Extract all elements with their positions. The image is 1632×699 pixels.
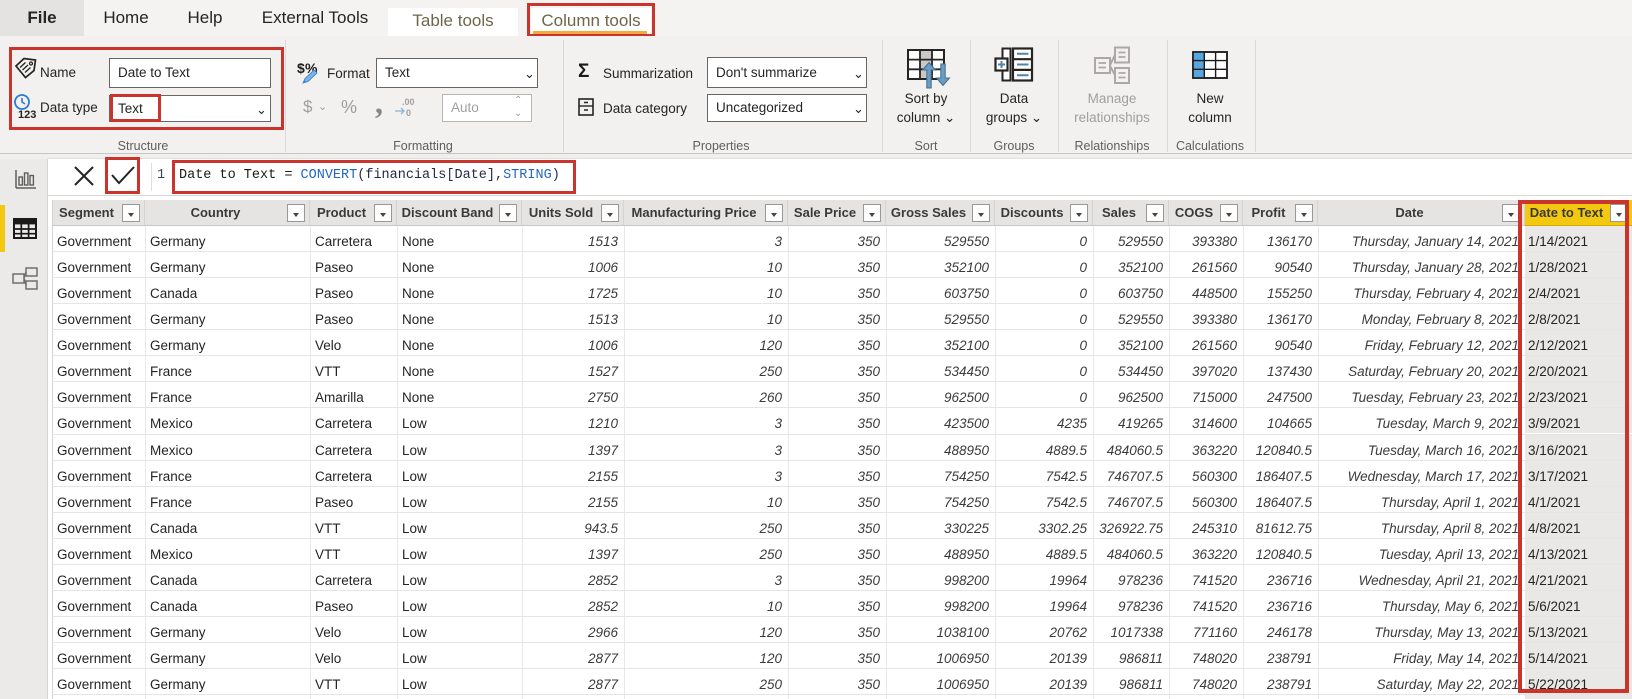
- svg-text:.00: .00: [402, 97, 415, 107]
- svg-text:0: 0: [406, 108, 411, 118]
